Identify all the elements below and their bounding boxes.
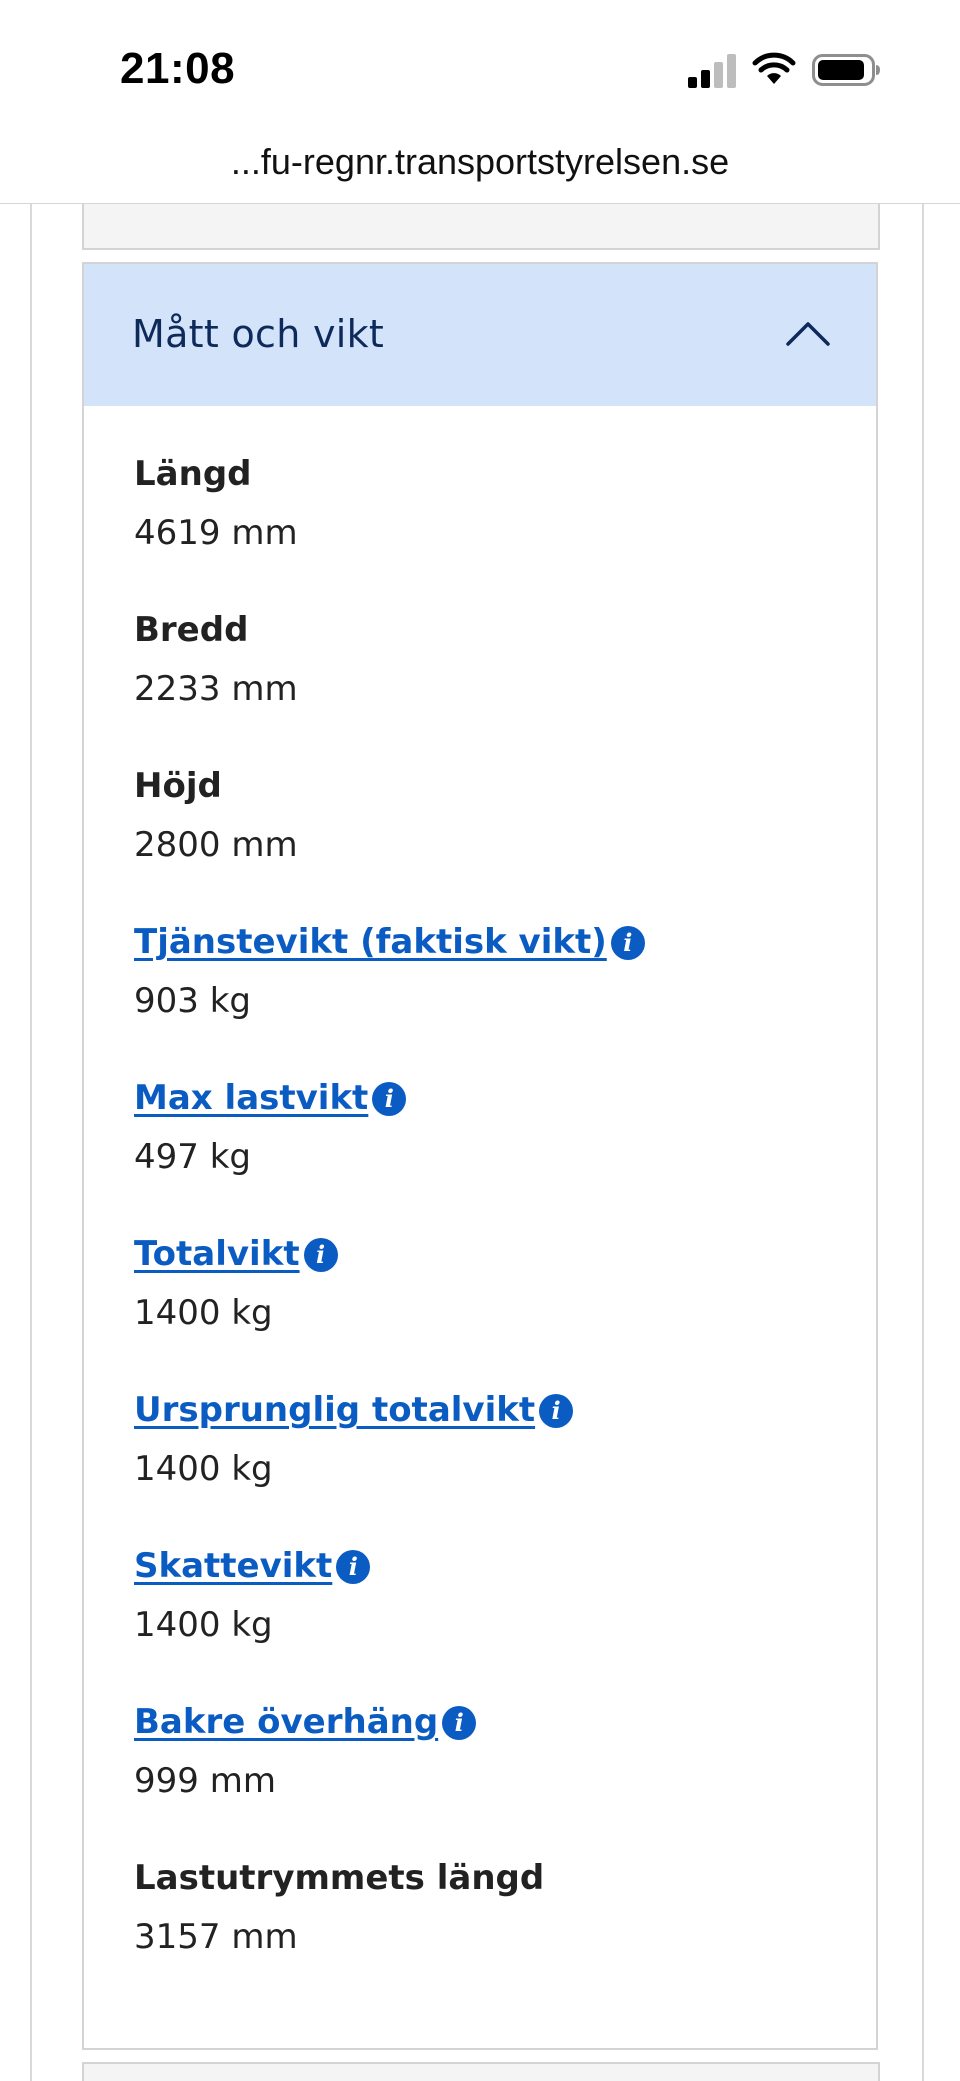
total-weight-link[interactable]: Totalvikt [134,1234,300,1274]
field-label: Längd [134,454,252,494]
max-load-link[interactable]: Max lastvikt [134,1078,368,1118]
field-value: 1400 kg [134,1293,273,1333]
field-value: 1400 kg [134,1605,273,1645]
next-accordion-panel[interactable] [82,2062,880,2081]
status-bar: 21:08 [0,0,960,125]
info-icon[interactable]: i [539,1394,574,1428]
field-max-load: Max lastvikt i 497 kg [134,1076,407,1179]
info-icon[interactable]: i [336,1550,371,1584]
field-value: 903 kg [134,981,251,1021]
field-label: Höjd [134,766,222,806]
previous-accordion-panel [82,204,880,250]
field-curb-weight: Tjänstevikt (faktisk vikt) i 903 kg [134,920,645,1023]
accordion-title: Mått och vikt [132,312,385,356]
original-total-weight-link[interactable]: Ursprunglig totalvikt [134,1390,535,1430]
chevron-up-icon[interactable] [784,312,832,352]
status-time: 21:08 [120,44,236,93]
field-total-weight: Totalvikt i 1400 kg [134,1232,338,1335]
address-bar[interactable]: ...fu-regnr.transportstyrelsen.se [0,125,960,204]
field-tax-weight: Skattevikt i 1400 kg [134,1544,371,1647]
field-label: Lastutrymmets längd [134,1858,545,1898]
dimensions-weight-accordion: Mått och vikt Längd 4619 mm Bredd 2233 m… [82,262,878,2050]
field-width: Bredd 2233 mm [134,608,298,711]
field-value: 1400 kg [134,1449,273,1489]
field-value: 2233 mm [134,669,298,709]
accordion-header[interactable]: Mått och vikt [84,264,876,406]
field-length: Längd 4619 mm [134,452,298,555]
battery-icon [812,54,880,86]
page: 21:08 ...fu-regnr.transportstyrelsen.se … [0,0,960,2081]
field-value: 497 kg [134,1137,251,1177]
rear-overhang-link[interactable]: Bakre överhäng [134,1702,438,1742]
field-rear-overhang: Bakre överhäng i 999 mm [134,1700,477,1803]
field-label: Bredd [134,610,249,650]
info-icon[interactable]: i [610,926,645,960]
field-height: Höjd 2800 mm [134,764,298,867]
tax-weight-link[interactable]: Skattevikt [134,1546,332,1586]
url-text[interactable]: ...fu-regnr.transportstyrelsen.se [0,141,960,183]
curb-weight-link[interactable]: Tjänstevikt (faktisk vikt) [134,922,607,962]
wifi-icon [752,52,796,84]
cellular-signal-icon [688,54,736,88]
info-icon[interactable]: i [303,1238,338,1272]
field-original-total-weight: Ursprunglig totalvikt i 1400 kg [134,1388,574,1491]
field-value: 999 mm [134,1761,276,1801]
info-icon[interactable]: i [372,1082,407,1116]
field-value: 3157 mm [134,1917,298,1957]
field-value: 4619 mm [134,513,298,553]
field-value: 2800 mm [134,825,298,865]
field-cargo-length: Lastutrymmets längd 3157 mm [134,1856,544,1959]
info-icon[interactable]: i [442,1706,477,1740]
